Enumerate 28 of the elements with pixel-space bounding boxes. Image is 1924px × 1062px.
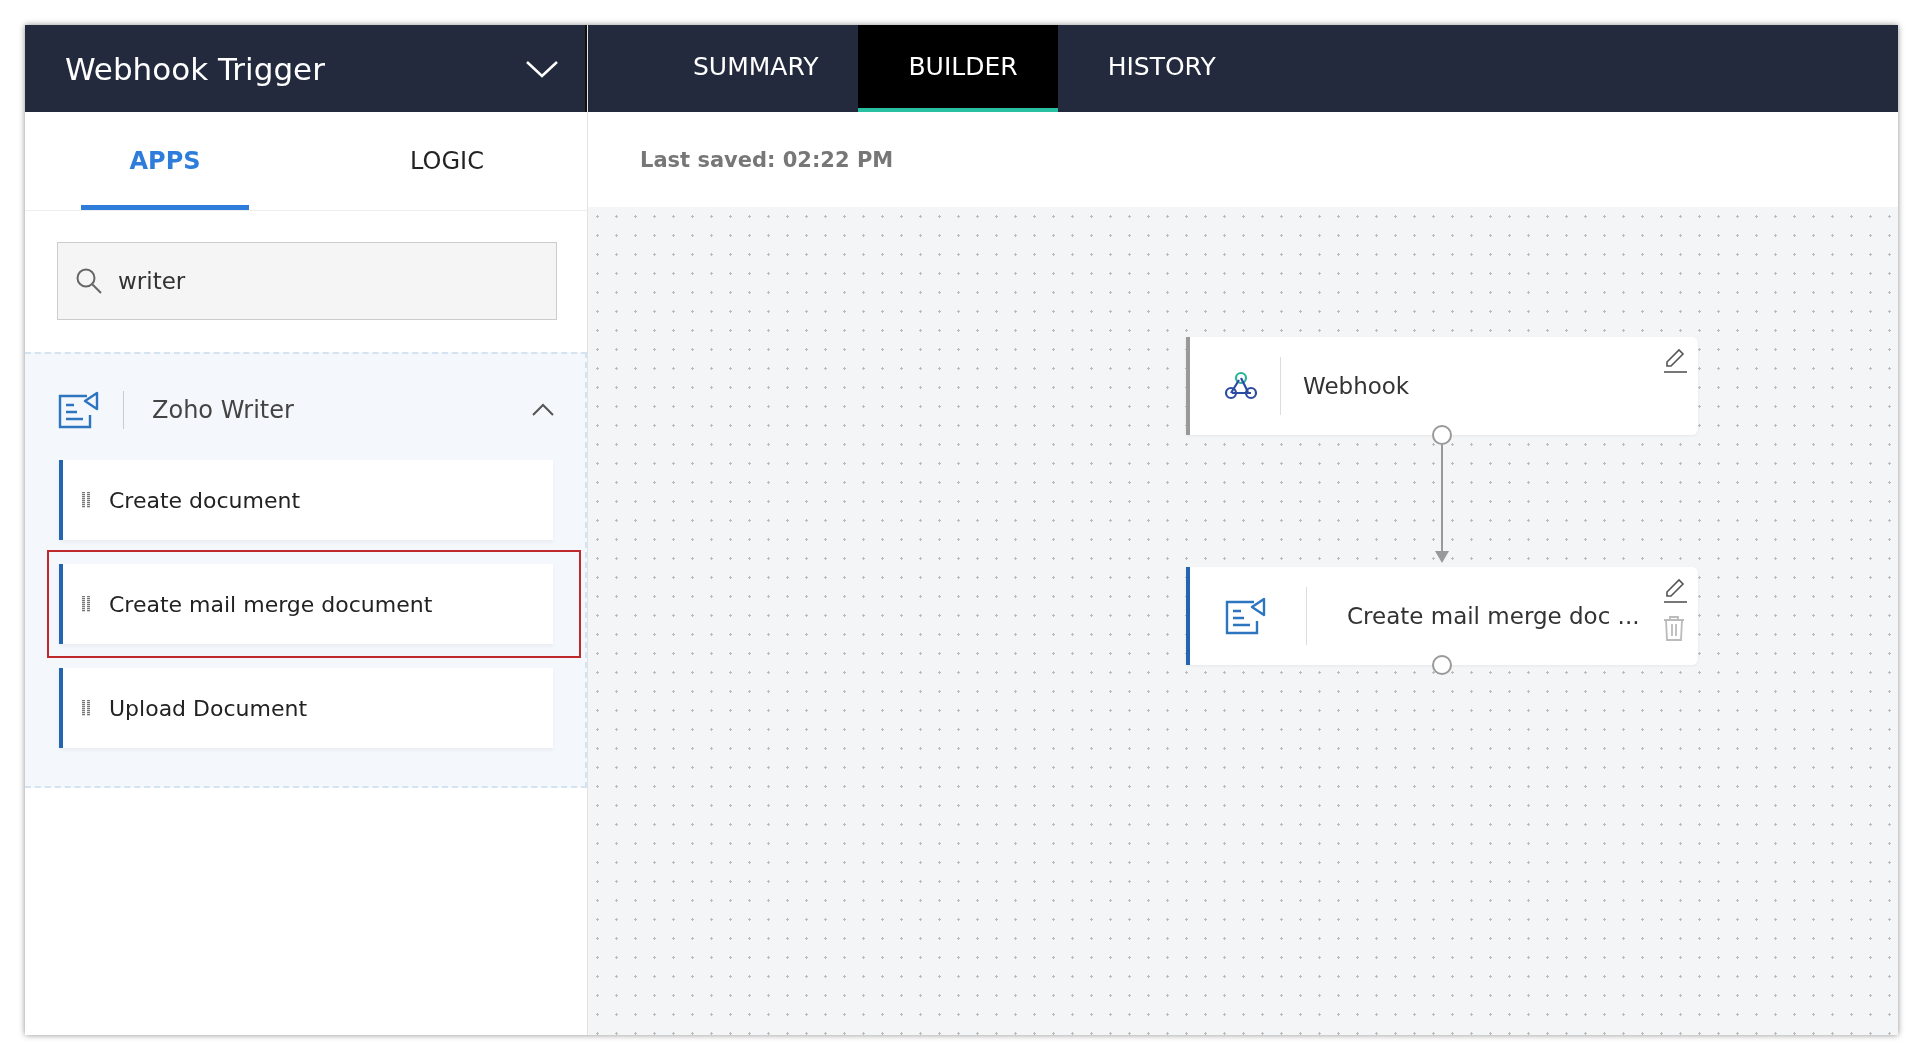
app-name: Zoho Writer bbox=[152, 396, 295, 424]
connector-port[interactable] bbox=[1432, 655, 1452, 675]
sidebar-tab[interactable]: APPS bbox=[81, 112, 249, 210]
sidebar-tab[interactable]: LOGIC bbox=[363, 112, 531, 210]
workflow-title: Webhook Trigger bbox=[65, 50, 325, 87]
flow-node[interactable]: Create mail merge doc ... bbox=[1186, 567, 1698, 665]
flow-node[interactable]: Webhook bbox=[1186, 337, 1698, 435]
action-item[interactable]: Upload Document bbox=[59, 668, 553, 748]
document-icon bbox=[57, 391, 99, 429]
edit-icon[interactable] bbox=[1662, 577, 1688, 603]
drag-handle-icon bbox=[81, 700, 91, 716]
chevron-down-icon[interactable] bbox=[525, 58, 559, 79]
collapse-toggle-icon[interactable] bbox=[531, 403, 555, 417]
search-field[interactable]: writer bbox=[57, 242, 557, 320]
node-label: Webhook bbox=[1303, 373, 1411, 399]
drag-handle-icon bbox=[81, 596, 91, 612]
last-saved-text: Last saved: 02:22 PM bbox=[640, 147, 894, 172]
action-item[interactable]: Create document bbox=[59, 460, 553, 540]
edit-icon[interactable] bbox=[1662, 347, 1688, 373]
connector-port[interactable] bbox=[1432, 425, 1452, 445]
drag-handle-icon bbox=[81, 492, 91, 508]
header-tab[interactable]: BUILDER bbox=[858, 25, 1058, 112]
webhook-icon bbox=[1224, 371, 1258, 401]
header-tab[interactable]: SUMMARY bbox=[643, 25, 859, 112]
document-icon bbox=[1224, 597, 1266, 635]
header-tab[interactable]: HISTORY bbox=[1057, 25, 1256, 112]
node-label: Create mail merge doc ... bbox=[1347, 603, 1641, 629]
action-item[interactable]: Create mail merge document bbox=[59, 564, 553, 644]
